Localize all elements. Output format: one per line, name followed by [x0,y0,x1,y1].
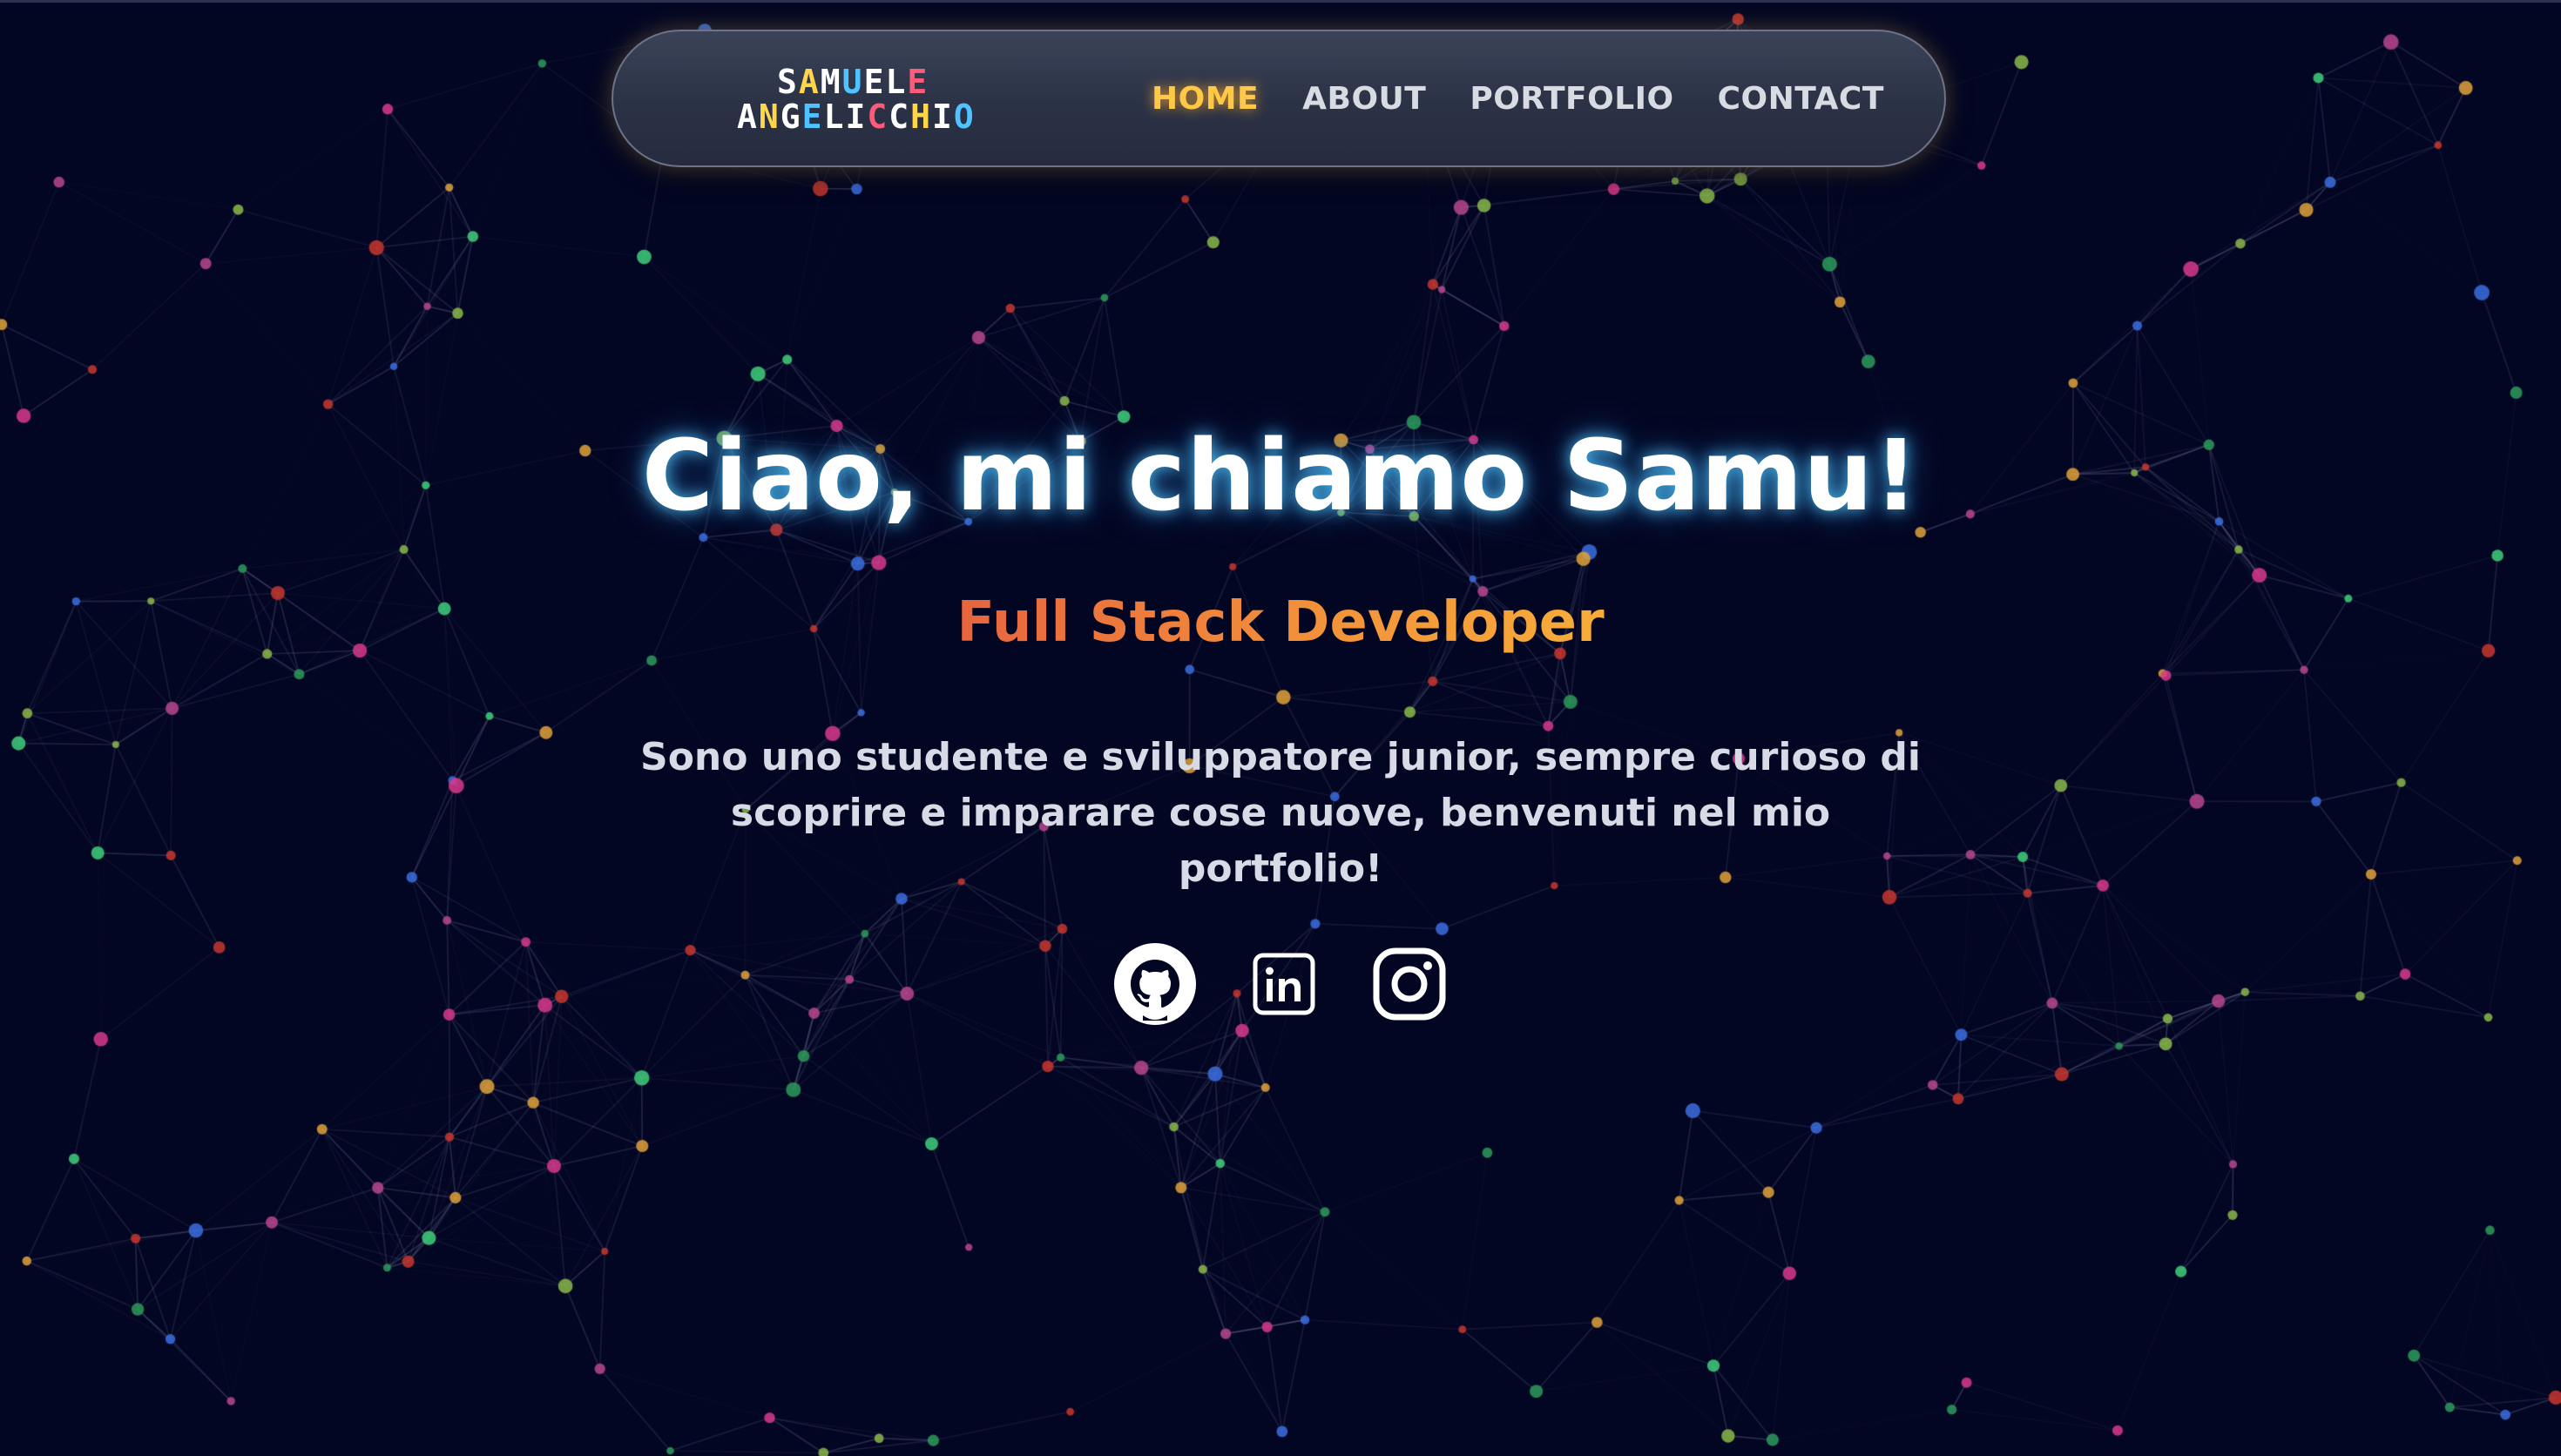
logo-letter: M [820,63,842,101]
page: SAMUELE ANGELICCHIO HOME ABOUT PORTFOLIO… [0,0,2561,1456]
logo-letter: I [845,98,868,136]
top-border [0,0,2561,3]
logo-letter: E [863,63,886,101]
logo-letter: L [885,63,908,101]
navbar: SAMUELE ANGELICCHIO HOME ABOUT PORTFOLIO… [612,30,1946,167]
logo-line-last-name: ANGELICCHIO [737,98,976,136]
nav-link-portfolio[interactable]: PORTFOLIO [1470,81,1673,117]
linkedin-icon [1253,953,1315,1015]
logo-letter: E [801,98,824,136]
instagram-icon [1373,947,1446,1021]
logo-letter: I [932,98,954,136]
logo-letter: S [777,63,799,101]
logo-line-first-name: SAMUELE [777,63,929,101]
hero-title: Ciao, mi chiamo Samu! [641,420,1920,533]
logo-letter: O [953,98,976,136]
logo-letter: N [758,98,780,136]
site-logo[interactable]: SAMUELE ANGELICCHIO [737,63,1016,139]
logo-letter: U [841,63,864,101]
github-link[interactable] [1112,940,1199,1028]
github-icon [1114,943,1196,1025]
logo-letter: A [798,63,821,101]
nav-link-contact[interactable]: CONTACT [1718,81,1884,117]
particle-network-background [0,0,2561,1456]
logo-letter: L [823,98,846,136]
nav-link-home[interactable]: HOME [1152,81,1259,117]
logo-letter: A [737,98,759,136]
hero-description: Sono uno studente e sviluppatore junior,… [640,735,1921,891]
logo-letter: G [780,98,802,136]
hero-subtitle-container: Full Stack Developer [0,590,2561,655]
hero-subtitle: Full Stack Developer [956,590,1605,655]
linkedin-link[interactable] [1240,940,1328,1028]
logo-letter: C [889,98,911,136]
instagram-link[interactable] [1366,940,1453,1028]
nav-links: HOME ABOUT PORTFOLIO CONTACT [1152,31,1928,165]
logo-letter: C [867,98,889,136]
logo-letter: H [910,98,933,136]
nav-link-about[interactable]: ABOUT [1302,81,1426,117]
social-links [1106,940,1455,1028]
logo-letter: E [907,63,929,101]
